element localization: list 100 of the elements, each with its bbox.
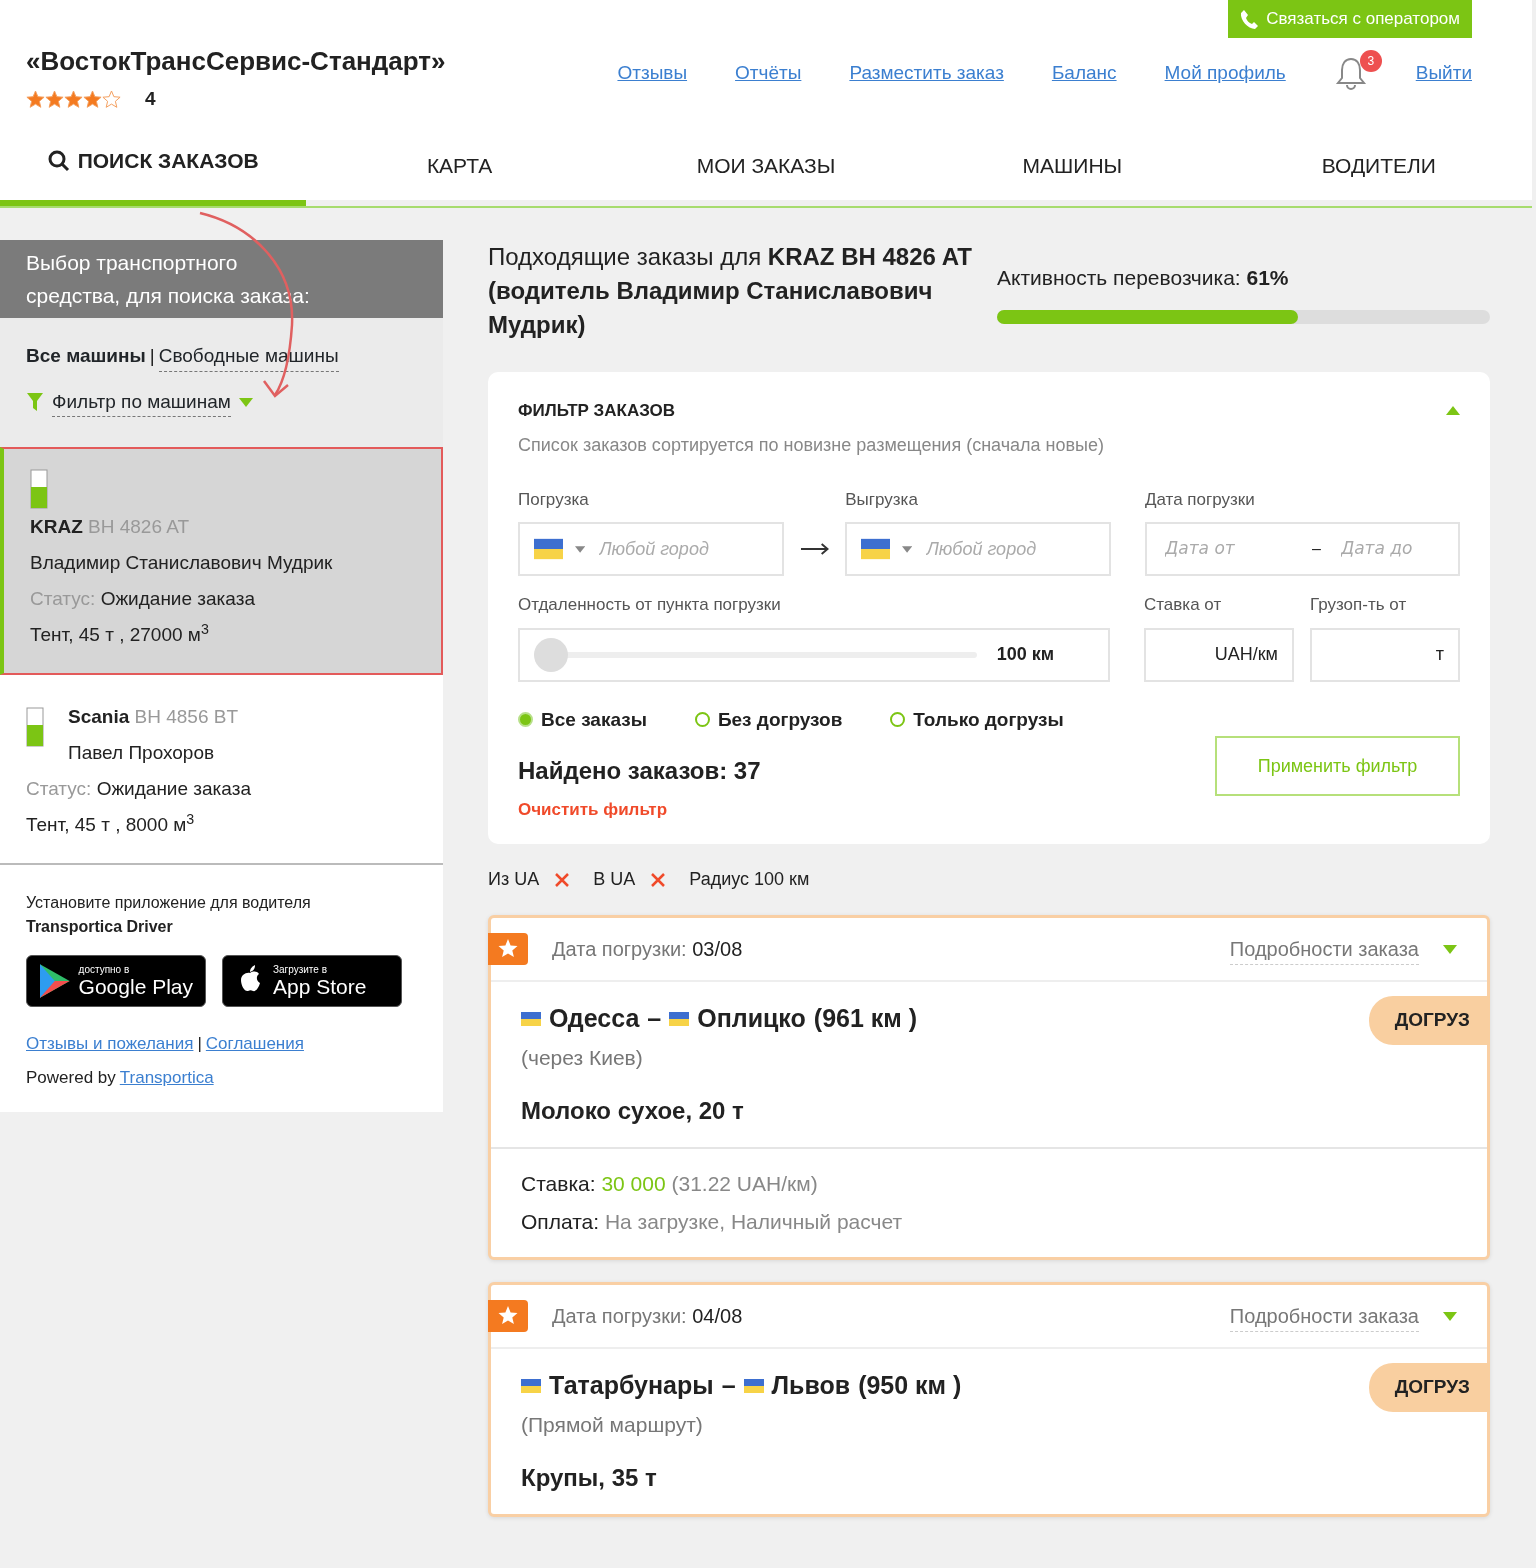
nav-link[interactable]: Разместить заказ (849, 58, 1004, 88)
field-label: Погрузка (518, 488, 590, 511)
star-icon (26, 89, 45, 109)
order-details-link[interactable]: Подробности заказа (1229, 933, 1419, 965)
driver-name: Владимир Станиславович Мудрик (30, 551, 334, 575)
footer-link[interactable]: Соглашения (205, 1031, 304, 1057)
remove-filter-button[interactable] (555, 872, 570, 887)
flag-icon (521, 1378, 541, 1393)
vehicle-specs: Тент, 45 т , 8000 м$^{3}$ (26, 809, 196, 837)
search-icon (47, 149, 70, 172)
vehicle-name: KRAZ BH 4826 AT (30, 515, 191, 539)
arrow-right-icon (799, 542, 830, 556)
star-icon (497, 1305, 519, 1327)
rate-field[interactable]: UAH/км (1144, 627, 1294, 682)
order-rate: Ставка: 30 000 (31.22 UAH/км) (521, 1171, 819, 1197)
app-name: Transportica Driver (26, 917, 174, 937)
footer-link[interactable]: Отзывы и пожелания (26, 1031, 194, 1057)
empty-star-icon (102, 89, 121, 109)
nav-tab[interactable]: МАШИНЫ (919, 125, 1226, 206)
nav-link[interactable]: Баланс (1051, 58, 1117, 88)
route-distance: (950 км ) (858, 1370, 962, 1401)
remove-filter-button[interactable] (651, 872, 666, 887)
unit-label: т (1435, 643, 1444, 666)
distance-value: 100 км (996, 643, 1054, 666)
field-label: Ставка от (1144, 594, 1223, 616)
date-separator: – (1311, 539, 1322, 559)
route-dash: – (647, 1003, 662, 1034)
nav-link[interactable]: Отчёты (735, 58, 802, 88)
route-distance: (961 км ) (813, 1003, 918, 1034)
company-name: «ВостокТрансСервис-Стандарт» (26, 45, 446, 78)
nav-tab[interactable]: ПОИСК ЗАКАЗОВ (0, 125, 307, 206)
funnel-icon (26, 392, 44, 413)
store-badge[interactable]: доступно в Google Play (26, 955, 206, 1007)
rating-value: 4 (145, 87, 156, 111)
date-range-field[interactable]: Дата от – Дата до (1145, 522, 1460, 576)
vehicle-filter-dropdown[interactable]: Фильтр по машинам (52, 387, 231, 417)
vehicle-name: Scania BH 4856 BT (68, 705, 239, 729)
clear-filter-link[interactable]: Очистить фильтр (518, 796, 668, 822)
collapse-toggle[interactable] (1446, 406, 1460, 416)
flag-icon (521, 1011, 541, 1026)
order-type-radio[interactable]: Без догрузов (694, 705, 843, 734)
unit-label: UAH/км (1214, 643, 1278, 666)
loading-date: Дата погрузки: 03/08 (552, 937, 743, 962)
order-type-radio[interactable]: Все заказы (518, 705, 647, 734)
capacity-field[interactable]: т (1310, 627, 1460, 682)
loading-date: Дата погрузки: 04/08 (552, 1304, 743, 1329)
date-from-input[interactable]: Дата от (1161, 536, 1296, 562)
route-dash: – (721, 1370, 736, 1401)
field-label: Дата погрузки (1145, 488, 1256, 511)
flag-icon (743, 1378, 764, 1393)
vehicle-filter-link[interactable]: Все машины (26, 342, 146, 371)
nav-link[interactable]: Мой профиль (1164, 58, 1286, 88)
app-promo-text: Установите приложение для водителя (26, 893, 312, 913)
caret-down-icon (902, 544, 913, 554)
star-icon (64, 89, 83, 109)
nav-tab[interactable]: МОИ ЗАКАЗЫ (612, 125, 920, 206)
powered-by-link[interactable]: Transportica (119, 1064, 214, 1090)
filter-chip-label: В UA (593, 868, 636, 891)
filter-title: ФИЛЬТР ЗАКАЗОВ (518, 400, 676, 422)
logout-link[interactable]: Выйти (1415, 58, 1472, 88)
order-type-radio[interactable]: Только догрузы (890, 705, 1064, 734)
caret-down-icon (1443, 1311, 1457, 1321)
found-count: Найдено заказов: 37 (518, 755, 761, 786)
field-label: Выгрузка (845, 488, 919, 511)
cargo-text: Молоко сухое, 20 т (521, 1096, 745, 1126)
caret-down-icon (575, 544, 586, 554)
nav-link[interactable]: Отзывы (617, 58, 688, 88)
store-badge[interactable]: Загрузите в App Store (222, 955, 402, 1007)
vehicle-specs: Тент, 45 т , 27000 м$^{3}$ (30, 619, 210, 647)
filter-chip-label: Радиус 100 км (689, 868, 810, 891)
vehicle-card[interactable]: Scania BH 4856 BT Павел Прохоров Статус: Ожидание заказа Тент, 45 т , 8000 м$^{3}$ (0, 675, 443, 865)
flag-icon (669, 1011, 690, 1026)
part-load-badge: ДОГРУЗ (1368, 1363, 1490, 1412)
vehicle-status: Статус: Ожидание заказа (26, 777, 252, 801)
nav-tab[interactable]: ВОДИТЕЛИ (1225, 125, 1533, 206)
order-payment: Оплата: На загрузке, Наличный расчет (521, 1209, 904, 1235)
distance-slider[interactable] (534, 637, 977, 672)
driver-name: Павел Прохоров (68, 741, 216, 765)
caret-down-icon (1443, 944, 1457, 954)
caret-down-icon (238, 397, 253, 407)
cargo-text: Крупы, 35 т (521, 1463, 658, 1493)
part-load-badge: ДОГРУЗ (1368, 996, 1490, 1045)
star-icon (45, 89, 64, 109)
favorite-button[interactable] (488, 1300, 528, 1332)
vehicle-status: Статус: Ожидание заказа (30, 587, 256, 611)
activity-label: Активность перевозчика: 61% (997, 265, 1290, 291)
powered-by-label: Powered by (26, 1066, 116, 1089)
play-triangle-icon (39, 963, 71, 999)
favorite-button[interactable] (488, 933, 528, 965)
city-name: Львов (771, 1370, 851, 1401)
city-name: Татарбунары (549, 1370, 714, 1401)
filter-chip-label: Из UA (488, 868, 540, 891)
fuel-gauge-icon (30, 469, 48, 509)
order-details-link[interactable]: Подробности заказа (1229, 1300, 1419, 1332)
filter-subtitle: Список заказов сортируется по новизне размещения (сначала новые) (518, 433, 1106, 457)
route-note: (через Киев) (521, 1044, 644, 1071)
vehicle-card[interactable]: KRAZ BH 4826 AT Владимир Станиславович Мудрик Статус: Ожидание заказа Тент, 45 т , 27000 м$^{3}$ (0, 447, 443, 675)
star-icon (497, 938, 519, 960)
nav-tab[interactable]: КАРТА (306, 125, 613, 206)
field-label: Отдаленность от пункта погрузки (518, 594, 782, 616)
